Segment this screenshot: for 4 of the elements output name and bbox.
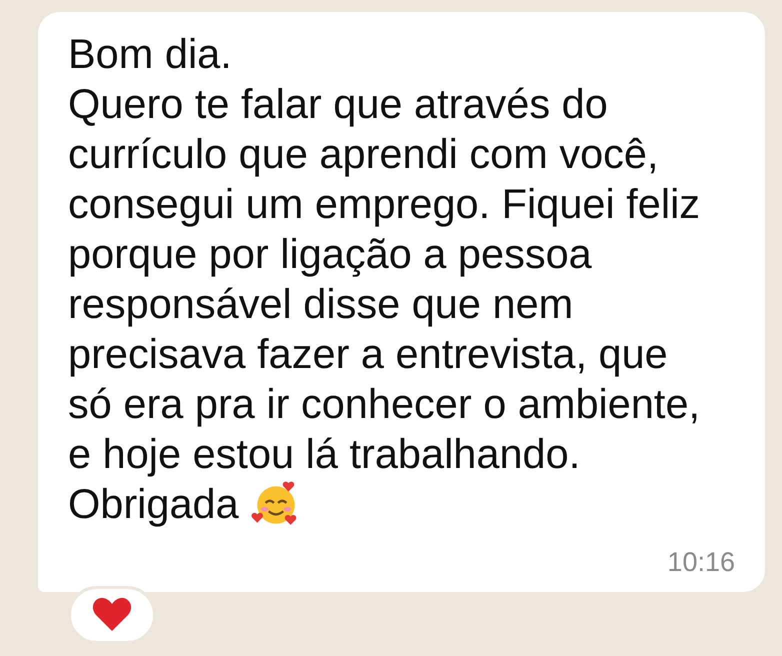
message-text: Bom dia. Quero te falar que através do currículo que aprendi com você, consegui um emprego. Fiquei feliz porque por ligação a pessoa responsável disse que nem precisava fazer a entrevista, que só era pra ir conhecer o ambiente, e hoje estou lá trabalhando.: [68, 29, 702, 479]
message-time: 10:16: [667, 547, 735, 578]
closing-text: Obrigada: [68, 479, 239, 529]
heart-icon: [92, 597, 132, 633]
